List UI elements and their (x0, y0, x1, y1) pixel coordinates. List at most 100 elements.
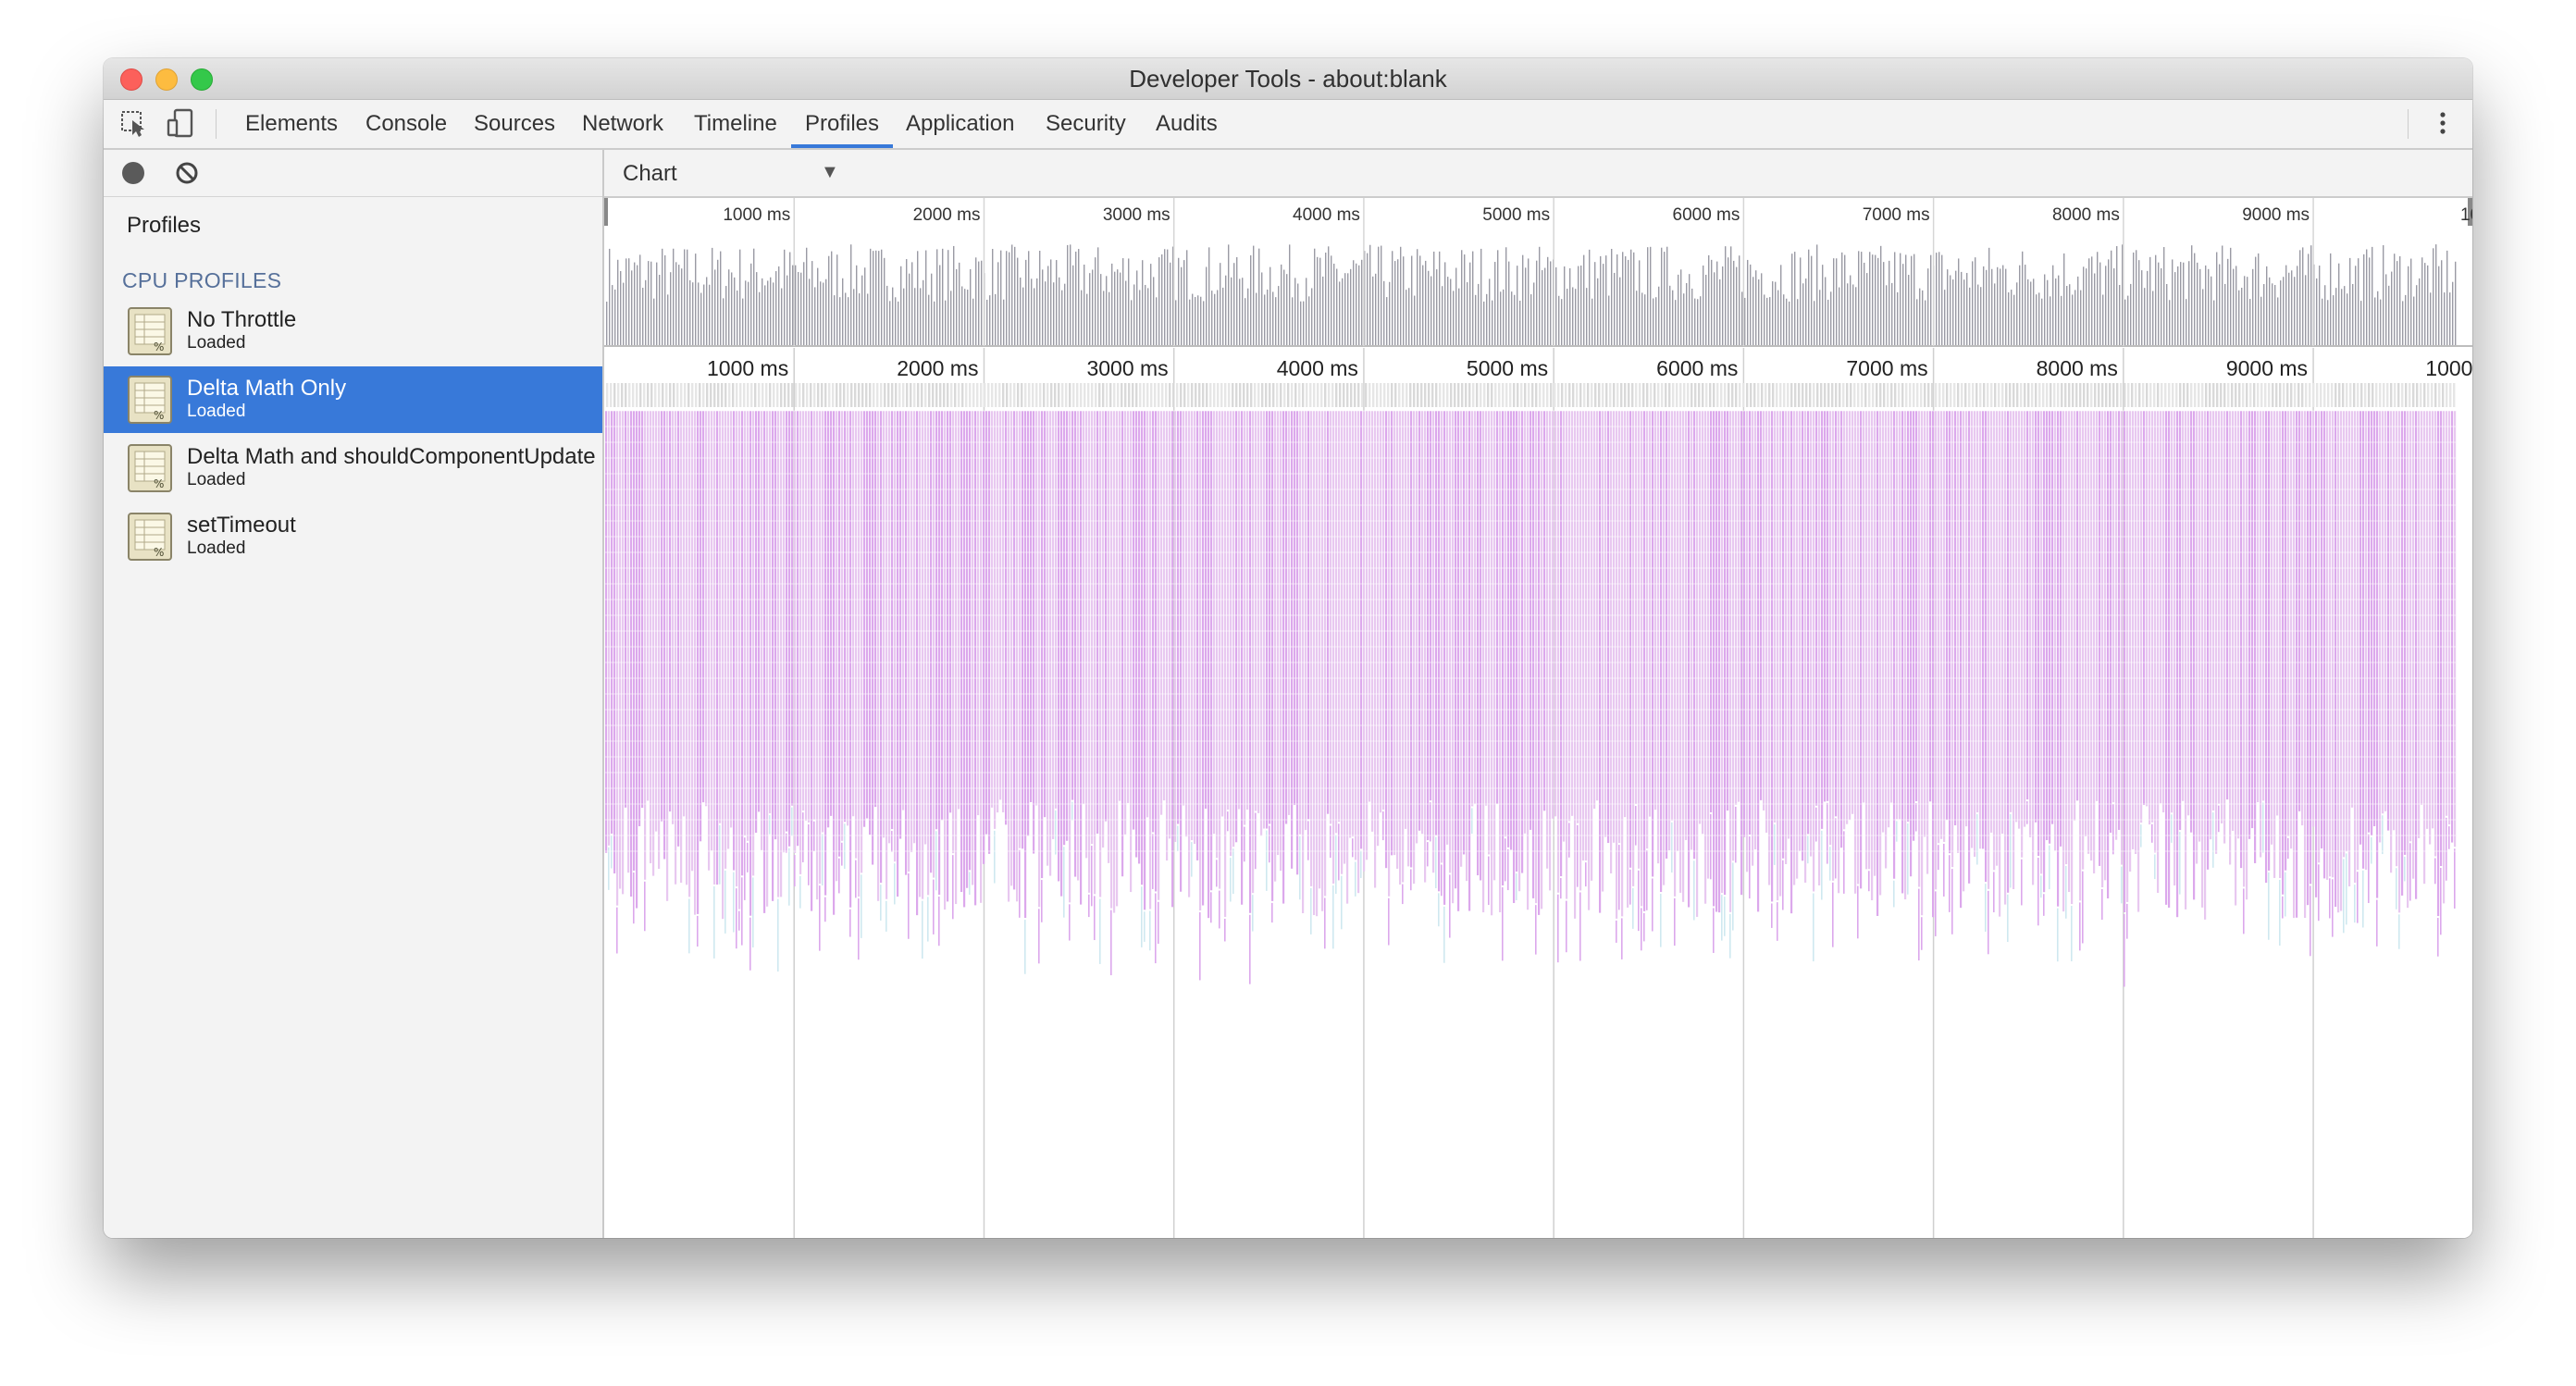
inspect-element-icon[interactable] (118, 107, 150, 139)
flame-frame (2376, 411, 2379, 898)
flame-root-frame (1024, 383, 1027, 407)
overview-bar (1125, 280, 1127, 346)
record-icon[interactable] (122, 162, 144, 184)
flame-frame (758, 411, 761, 812)
flame-root-frame (2246, 383, 2248, 407)
flame-frame (1238, 411, 1241, 810)
overview-bar (2249, 299, 2251, 346)
flame-root-frame (1820, 383, 1823, 407)
overview-bar (2433, 248, 2434, 346)
overview-bar (795, 265, 797, 346)
flame-frame (1868, 871, 1870, 892)
flame-frame (1069, 411, 1071, 903)
tab-security[interactable]: Security (1046, 100, 1126, 148)
flame-root-frame (1339, 383, 1342, 407)
profile-item-delta-math-only[interactable]: % Delta Math Only Loaded (104, 366, 602, 433)
flame-frame (2212, 812, 2214, 868)
flame-frame (2279, 411, 2282, 878)
overview-bar (1977, 284, 1979, 346)
tab-elements[interactable]: Elements (245, 100, 338, 148)
flame-root-frame (1665, 383, 1667, 407)
overview-bar (2180, 262, 2182, 346)
flame-frame (1443, 411, 1446, 905)
more-options-icon[interactable] (2427, 107, 2458, 139)
flame-frame (2448, 826, 2450, 849)
flame-root-frame (2087, 383, 2089, 407)
flame-frame (616, 907, 618, 954)
flame-frame (1732, 411, 1735, 861)
flame-root-frame (2009, 383, 2012, 407)
flame-chart[interactable]: 1000 ms 2000 ms 3000 ms 4000 ms 5000 ms 6000 … (604, 198, 2472, 1238)
view-mode-select[interactable]: Chart (623, 161, 677, 187)
flame-root-frame (1109, 383, 1112, 407)
clear-icon[interactable] (174, 160, 200, 186)
flame-root-frame (2305, 383, 2308, 407)
device-toolbar-icon[interactable] (165, 107, 196, 139)
flame-frame (1757, 411, 1760, 912)
flame-root-frame (2083, 383, 2086, 407)
flame-frame (1291, 411, 1294, 869)
tab-sources[interactable]: Sources (474, 100, 555, 148)
tab-timeline[interactable]: Timeline (694, 100, 777, 148)
main-tick-label: 4000 ms (1277, 356, 1358, 380)
overview-bar (1453, 291, 1455, 346)
flame-frame (938, 411, 941, 896)
dropdown-arrow-icon[interactable]: ▼ (821, 162, 839, 183)
main-tick-label: 6000 ms (1656, 356, 1738, 380)
flame-frame (1041, 880, 1043, 922)
flame-frame (622, 411, 625, 895)
overview-bar (1564, 266, 1566, 346)
flame-root-frame (1642, 383, 1645, 407)
overview-bar (1186, 250, 1188, 346)
flame-frame (633, 411, 636, 872)
flame-frame (2112, 804, 2114, 855)
flame-frame (1824, 411, 1827, 802)
flame-root-frame (2038, 383, 2041, 407)
profile-item-delta-math-scu[interactable]: % Delta Math and shouldComponentUpdate L… (104, 435, 602, 501)
overview-bar (1825, 277, 1827, 346)
overview-bar (2413, 296, 2415, 346)
tab-console[interactable]: Console (365, 100, 447, 148)
overview-bar (1608, 295, 1610, 346)
overview-bar (1694, 298, 1696, 346)
overview-bar (1761, 273, 1763, 346)
overview-bar (2183, 262, 2185, 346)
tab-application[interactable]: Application (906, 100, 1014, 148)
overview-bar (1136, 270, 1138, 346)
flame-frame (2221, 411, 2223, 823)
tab-audits[interactable]: Audits (1156, 100, 1218, 148)
flame-frame (1657, 411, 1660, 864)
flame-frame (1513, 411, 1516, 903)
overview-bar (1769, 297, 1771, 346)
flame-frame (1246, 411, 1249, 810)
flame-root-frame (1957, 383, 1960, 407)
profile-item-settimeout[interactable]: % setTimeout Loaded (104, 503, 602, 570)
overview-bar (2452, 281, 2454, 346)
flame-root-frame (1413, 383, 1416, 407)
flame-root-frame (2301, 383, 2304, 407)
flame-frame (2218, 805, 2220, 833)
overview-bar (2019, 265, 2021, 346)
flame-root-frame (1550, 383, 1553, 407)
flame-root-frame (1539, 383, 1542, 407)
overview-bar (1569, 267, 1571, 346)
flame-frame (2040, 875, 2042, 898)
flame-frame (1110, 910, 1112, 976)
flame-root-frame (654, 383, 657, 407)
flame-root-frame (1239, 383, 1242, 407)
flame-root-frame (1661, 383, 1664, 407)
overview-bar (1031, 278, 1033, 346)
tab-profiles[interactable]: Profiles (805, 100, 879, 148)
svg-text:%: % (154, 477, 164, 490)
flame-root-frame (1420, 383, 1423, 407)
flame-frame (1901, 411, 1904, 894)
flame-frame (2451, 411, 2454, 843)
profile-item-no-throttle[interactable]: % No Throttle Loaded (104, 298, 602, 365)
flame-root-frame (710, 383, 712, 407)
tab-network[interactable]: Network (582, 100, 663, 148)
flame-root-frame (632, 383, 635, 407)
overview-bar (625, 258, 627, 346)
flame-root-frame (2005, 383, 2008, 407)
flame-root-frame (1598, 383, 1601, 407)
overview-bar (2149, 256, 2151, 346)
